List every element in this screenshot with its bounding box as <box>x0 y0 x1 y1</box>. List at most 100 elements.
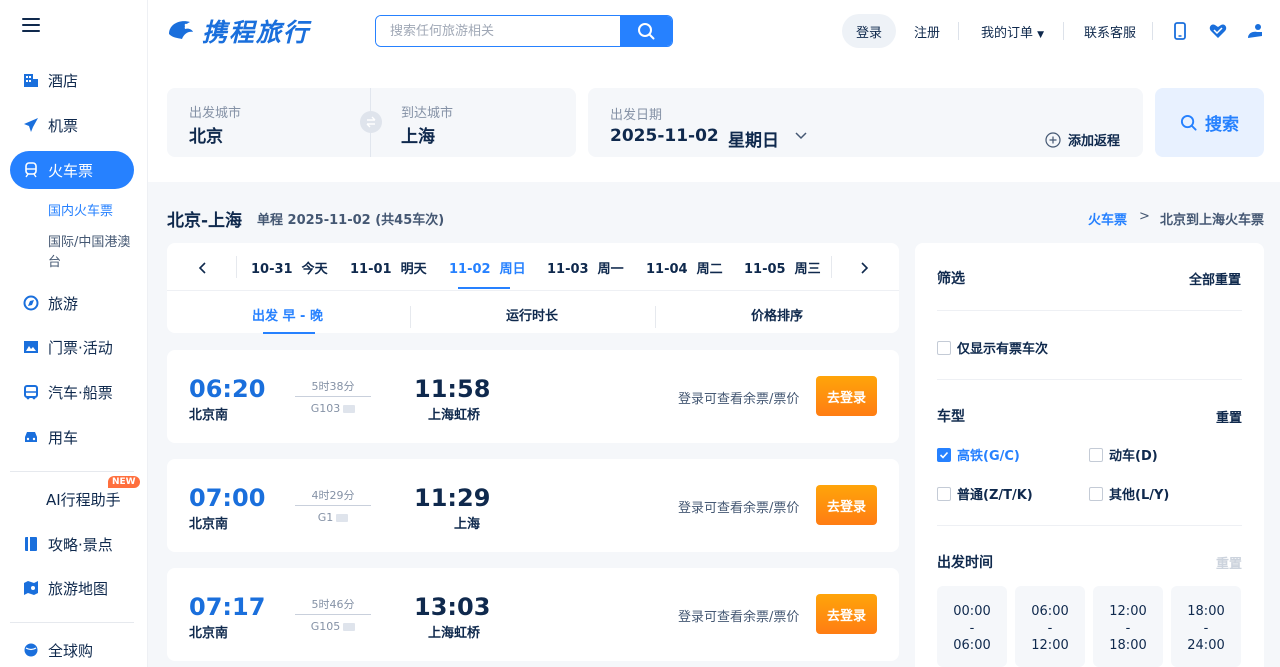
to-city-value[interactable]: 上海 <box>401 122 435 147</box>
departure-station: 北京南 <box>189 626 229 641</box>
map-icon <box>22 579 40 597</box>
header-separator <box>1152 22 1153 40</box>
date-tab-1104[interactable]: 11-04 周二 <box>646 258 723 277</box>
checkbox-label: 高铁(G/C) <box>957 449 1020 464</box>
sidebar-item-hotel[interactable]: 酒店 <box>10 61 134 99</box>
date-separator <box>831 256 832 278</box>
date-label: 出发日期 <box>610 108 663 123</box>
sidebar-item-label: 旅游 <box>48 294 79 313</box>
user-service-icon[interactable] <box>1245 21 1265 41</box>
sidebar-item-car[interactable]: 用车 <box>10 418 134 456</box>
search-trains-button[interactable]: 搜索 <box>1155 88 1264 157</box>
breadcrumb-train[interactable]: 火车票 <box>1088 209 1127 228</box>
from-city-label: 出发城市 <box>189 106 242 121</box>
sidebar-divider <box>10 471 134 472</box>
reset-all-button[interactable]: 全部重置 <box>1189 269 1241 288</box>
train-info-icon <box>343 623 356 631</box>
train-number[interactable]: G1 <box>295 511 371 524</box>
sidebar-item-label: 机票 <box>48 116 79 135</box>
login-button[interactable]: 登录 <box>842 14 896 48</box>
travel-icon <box>22 294 40 312</box>
train-card[interactable]: 07:17 北京南 5时46分 G105 13:03 上海虹桥 登录可查看余票/… <box>167 568 899 661</box>
sidebar-item-guide[interactable]: 攻略·景点 <box>10 525 134 563</box>
type-gaotie-checkbox[interactable]: 高铁(G/C) <box>937 445 1020 464</box>
header-separator <box>958 22 959 40</box>
swap-cities-button[interactable] <box>360 111 382 133</box>
sidebar-sub-international-train[interactable]: 国际/中国港澳台 <box>48 233 140 273</box>
sidebar: 酒店 机票 火车票 国内火车票 国际/中国港澳台 旅游 门票·活动 汽车·船票 <box>0 0 148 667</box>
departure-time: 06:20 <box>189 375 266 403</box>
type-regular-checkbox[interactable]: 普通(Z/T/K) <box>937 484 1033 503</box>
date-separator <box>236 256 237 278</box>
sidebar-item-travel[interactable]: 旅游 <box>10 284 134 322</box>
from-city-value[interactable]: 北京 <box>189 122 223 147</box>
go-login-button[interactable]: 去登录 <box>816 376 877 416</box>
sidebar-item-flight[interactable]: 机票 <box>10 106 134 144</box>
train-type-reset[interactable]: 重置 <box>1216 407 1242 426</box>
date-tab-1101[interactable]: 11-01 明天 <box>350 258 427 277</box>
register-link[interactable]: 注册 <box>914 22 940 41</box>
checkbox-label: 动车(D) <box>1109 449 1158 464</box>
date-tab-1105[interactable]: 11-05 周三 <box>744 258 821 277</box>
train-number[interactable]: G105 <box>295 620 371 633</box>
train-info-icon <box>343 405 356 413</box>
train-number[interactable]: G103 <box>295 402 371 415</box>
active-date-indicator <box>458 287 510 289</box>
train-card[interactable]: 06:20 北京南 5时38分 G103 11:58 上海虹桥 登录可查看余票/… <box>167 350 899 443</box>
search-input[interactable] <box>376 16 620 46</box>
filter-divider <box>937 379 1242 380</box>
date-tab-1102[interactable]: 11-02 周日 <box>449 258 526 277</box>
sidebar-item-label: 旅游地图 <box>48 579 109 598</box>
brand-logo[interactable]: 携程旅行 <box>166 14 310 48</box>
duration-arrow <box>295 614 371 615</box>
type-other-checkbox[interactable]: 其他(L/Y) <box>1089 484 1169 503</box>
arrival-time: 13:03 <box>414 593 491 621</box>
time-range-option[interactable]: 18:00-24:00 <box>1171 586 1241 667</box>
add-return-button[interactable]: 添加返程 <box>1045 130 1120 149</box>
route-title: 北京-上海 <box>167 211 243 231</box>
chevron-left-icon <box>198 262 206 274</box>
type-dongche-checkbox[interactable]: 动车(D) <box>1089 445 1158 464</box>
time-range-option[interactable]: 00:00-06:00 <box>937 586 1007 667</box>
departure-time-reset[interactable]: 重置 <box>1216 553 1242 572</box>
date-tab-1103[interactable]: 11-03 周一 <box>547 258 624 277</box>
sort-duration-tab[interactable]: 运行时长 <box>506 305 558 324</box>
checkbox-box <box>1089 447 1103 462</box>
filter-divider <box>937 310 1242 311</box>
arrival-time: 11:29 <box>414 484 491 512</box>
active-sort-indicator <box>263 332 315 334</box>
search-button[interactable] <box>620 16 672 46</box>
heart-icon[interactable] <box>1208 21 1228 41</box>
bus-icon <box>22 383 40 401</box>
train-card[interactable]: 07:00 北京南 4时29分 G1 11:29 上海 登录可查看余票/票价 去… <box>167 459 899 552</box>
mobile-icon[interactable] <box>1170 21 1190 41</box>
ticket-icon <box>22 338 40 356</box>
prev-dates-button[interactable] <box>193 258 213 278</box>
sidebar-item-tickets[interactable]: 门票·活动 <box>10 328 134 366</box>
plane-icon <box>22 116 40 134</box>
sidebar-item-ai-assistant[interactable]: AI行程助手 <box>10 480 134 518</box>
customer-service-link[interactable]: 联系客服 <box>1084 22 1136 41</box>
menu-icon[interactable] <box>22 18 40 32</box>
sidebar-item-global[interactable]: 全球购 <box>10 631 134 667</box>
time-range-option[interactable]: 06:00-12:00 <box>1015 586 1085 667</box>
date-sort-divider <box>167 290 899 291</box>
only-available-checkbox[interactable]: 仅显示有票车次 <box>937 338 1048 357</box>
sort-departure-tab[interactable]: 出发 早 - 晚 <box>252 305 323 324</box>
sidebar-item-train[interactable]: 火车票 <box>10 151 134 189</box>
chevron-down-icon[interactable] <box>794 127 808 146</box>
sort-separator <box>655 306 656 328</box>
my-orders-dropdown[interactable]: 我的订单 ▼ <box>981 22 1044 41</box>
go-login-button[interactable]: 去登录 <box>816 594 877 634</box>
checkbox-box <box>937 486 951 501</box>
date-tab-1031[interactable]: 10-31 今天 <box>251 258 328 277</box>
caret-down-icon: ▼ <box>1037 30 1045 40</box>
sort-price-tab[interactable]: 价格排序 <box>751 305 803 324</box>
sidebar-item-bus[interactable]: 汽车·船票 <box>10 373 134 411</box>
time-range-option[interactable]: 12:00-18:00 <box>1093 586 1163 667</box>
go-login-button[interactable]: 去登录 <box>816 485 877 525</box>
sidebar-item-map[interactable]: 旅游地图 <box>10 569 134 607</box>
sidebar-sub-domestic-train[interactable]: 国内火车票 <box>48 202 140 222</box>
travel-duration: 5时46分 <box>311 598 355 611</box>
next-dates-button[interactable] <box>854 258 874 278</box>
